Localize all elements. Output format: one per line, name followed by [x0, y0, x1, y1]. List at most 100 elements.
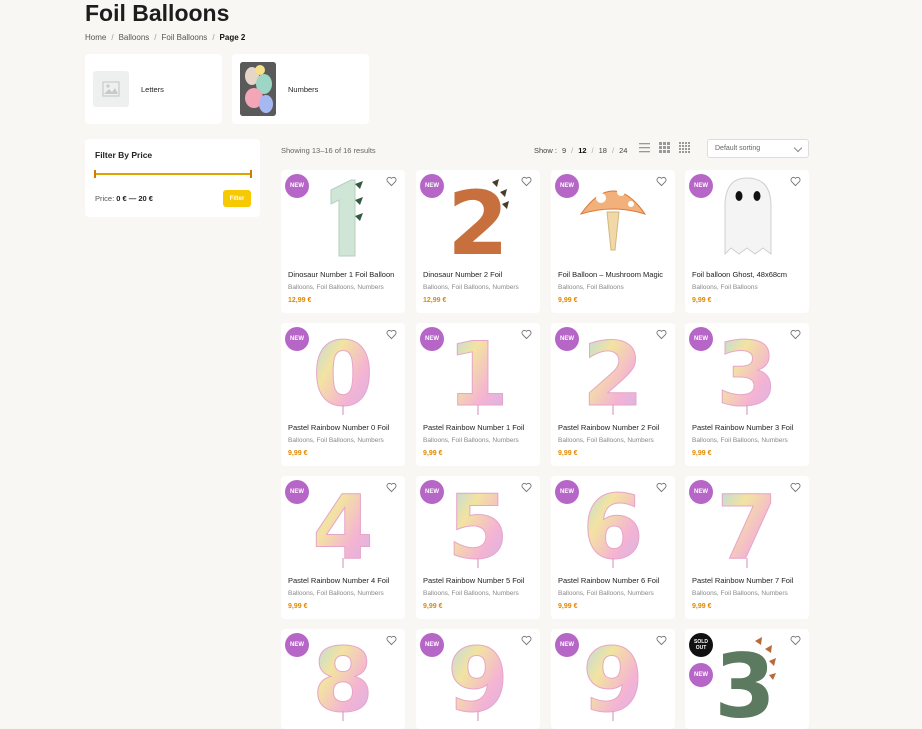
show-option-9[interactable]: 9 [562, 146, 566, 155]
filter-button[interactable]: Filter [223, 190, 251, 207]
wishlist-heart-icon[interactable] [790, 635, 801, 646]
sold-out-badge: SOLD OUT [689, 633, 713, 657]
product-name[interactable]: Dinosaur Number 2 Foil [423, 270, 537, 279]
product-card[interactable]: 9 NEW [551, 629, 675, 729]
product-name[interactable]: Foil balloon Ghost, 48x68cm [692, 270, 806, 279]
svg-text:2: 2 [582, 323, 643, 417]
product-card[interactable]: 1 NEW Pastel Rainbow Number 1 Foil Balloons… [416, 323, 540, 466]
product-categories[interactable]: Balloons, Foil Balloons, Numbers [558, 437, 654, 444]
product-price: 9,99 € [288, 603, 308, 610]
breadcrumb-foil-balloons[interactable]: Foil Balloons [162, 33, 208, 42]
product-card[interactable]: 6 NEW Pastel Rainbow Number 6 Foil Balloons… [551, 476, 675, 619]
breadcrumb-separator: / [111, 33, 114, 42]
category-card-letters[interactable]: Letters [85, 54, 222, 124]
product-categories[interactable]: Balloons, Foil Balloons, Numbers [423, 437, 519, 444]
show-label: Show : [534, 146, 557, 155]
category-label: Letters [141, 84, 164, 94]
product-price: 12,99 € [288, 297, 312, 304]
list-view-icon[interactable] [639, 142, 650, 153]
product-card[interactable]: NEW Dinosaur Number 1 Foil Balloon Balloon… [281, 170, 405, 313]
wishlist-heart-icon[interactable] [656, 635, 667, 646]
category-label: Numbers [288, 84, 319, 94]
wishlist-heart-icon[interactable] [521, 329, 532, 340]
wishlist-heart-icon[interactable] [790, 329, 801, 340]
new-badge: NEW [555, 174, 579, 198]
product-name[interactable]: Pastel Rainbow Number 3 Foil [692, 423, 806, 432]
grid-3-view-icon[interactable] [659, 142, 670, 153]
product-card[interactable]: 9 NEW [416, 629, 540, 729]
wishlist-heart-icon[interactable] [386, 635, 397, 646]
new-badge: NEW [689, 480, 713, 504]
product-name[interactable]: Pastel Rainbow Number 4 Foil [288, 576, 402, 585]
product-categories[interactable]: Balloons, Foil Balloons [558, 284, 624, 291]
product-price: 9,99 € [692, 297, 712, 304]
image-placeholder-icon [93, 71, 129, 107]
product-card[interactable]: NEW Foil Balloon – Mushroom Magic Balloons… [551, 170, 675, 313]
product-card[interactable]: 7 NEW Pastel Rainbow Number 7 Foil Balloons… [685, 476, 809, 619]
product-name[interactable]: Pastel Rainbow Number 5 Foil [423, 576, 537, 585]
product-name[interactable]: Pastel Rainbow Number 6 Foil [558, 576, 672, 585]
product-card[interactable]: 2 NEW Pastel Rainbow Number 2 Foil Balloons… [551, 323, 675, 466]
product-price: 9,99 € [288, 450, 308, 457]
wishlist-heart-icon[interactable] [386, 176, 397, 187]
product-categories[interactable]: Balloons, Foil Balloons, Numbers [423, 590, 519, 597]
category-card-numbers[interactable]: Numbers [232, 54, 369, 124]
product-card[interactable]: NEW Foil balloon Ghost, 48x68cm Balloons, … [685, 170, 809, 313]
product-price: 9,99 € [692, 603, 712, 610]
product-categories[interactable]: Balloons, Foil Balloons, Numbers [423, 284, 519, 291]
product-categories[interactable]: Balloons, Foil Balloons, Numbers [558, 590, 654, 597]
show-option-18[interactable]: 18 [599, 146, 607, 155]
product-card[interactable]: 3 SOLD OUT NEW [685, 629, 809, 729]
wishlist-heart-icon[interactable] [790, 176, 801, 187]
sort-select[interactable]: Default sorting [707, 139, 809, 158]
product-card[interactable]: 4 NEW Pastel Rainbow Number 4 Foil Balloons… [281, 476, 405, 619]
price-slider-min-handle[interactable] [94, 170, 96, 178]
wishlist-heart-icon[interactable] [521, 482, 532, 493]
price-label: Price: [95, 194, 115, 203]
price-slider-track[interactable] [95, 173, 251, 175]
product-categories[interactable]: Balloons, Foil Balloons, Numbers [692, 590, 788, 597]
show-separator: / [571, 146, 574, 155]
product-categories[interactable]: Balloons, Foil Balloons, Numbers [288, 437, 384, 444]
product-categories[interactable]: Balloons, Foil Balloons, Numbers [288, 284, 384, 291]
wishlist-heart-icon[interactable] [521, 176, 532, 187]
product-name[interactable]: Pastel Rainbow Number 0 Foil [288, 423, 402, 432]
product-card[interactable]: 3 NEW Pastel Rainbow Number 3 Foil Balloons… [685, 323, 809, 466]
product-name[interactable]: Dinosaur Number 1 Foil Balloon [288, 270, 402, 279]
show-option-24[interactable]: 24 [619, 146, 627, 155]
svg-text:1: 1 [447, 323, 508, 417]
product-categories[interactable]: Balloons, Foil Balloons [692, 284, 758, 291]
page-title: Foil Balloons [85, 0, 230, 26]
product-name[interactable]: Foil Balloon – Mushroom Magic [558, 270, 672, 279]
product-name[interactable]: Pastel Rainbow Number 1 Foil [423, 423, 537, 432]
wishlist-heart-icon[interactable] [386, 329, 397, 340]
new-badge: NEW [285, 480, 309, 504]
wishlist-heart-icon[interactable] [386, 482, 397, 493]
product-card[interactable]: 0 NEW Pastel Rainbow Number 0 Foil Balloons… [281, 323, 405, 466]
product-categories[interactable]: Balloons, Foil Balloons, Numbers [692, 437, 788, 444]
wishlist-heart-icon[interactable] [656, 176, 667, 187]
new-badge: NEW [420, 327, 444, 351]
wishlist-heart-icon[interactable] [656, 482, 667, 493]
breadcrumb-home[interactable]: Home [85, 33, 106, 42]
product-name[interactable]: Pastel Rainbow Number 2 Foil [558, 423, 672, 432]
new-badge: NEW [689, 663, 713, 687]
breadcrumb-balloons[interactable]: Balloons [119, 33, 150, 42]
svg-text:5: 5 [447, 476, 508, 570]
price-slider-max-handle[interactable] [250, 170, 252, 178]
product-card[interactable]: 2 NEW Dinosaur Number 2 Foil Balloons, Foil… [416, 170, 540, 313]
breadcrumb: Home / Balloons / Foil Balloons / Page 2 [85, 33, 245, 42]
product-price: 9,99 € [558, 603, 578, 610]
wishlist-heart-icon[interactable] [521, 635, 532, 646]
product-card[interactable]: 5 NEW Pastel Rainbow Number 5 Foil Balloons… [416, 476, 540, 619]
product-price: 9,99 € [558, 450, 578, 457]
svg-text:2: 2 [447, 172, 508, 264]
show-option-12[interactable]: 12 [578, 146, 586, 155]
product-card[interactable]: 8 NEW [281, 629, 405, 729]
filter-title: Filter By Price [95, 150, 153, 160]
product-name[interactable]: Pastel Rainbow Number 7 Foil [692, 576, 806, 585]
product-categories[interactable]: Balloons, Foil Balloons, Numbers [288, 590, 384, 597]
wishlist-heart-icon[interactable] [656, 329, 667, 340]
grid-4-view-icon[interactable] [679, 142, 690, 153]
wishlist-heart-icon[interactable] [790, 482, 801, 493]
